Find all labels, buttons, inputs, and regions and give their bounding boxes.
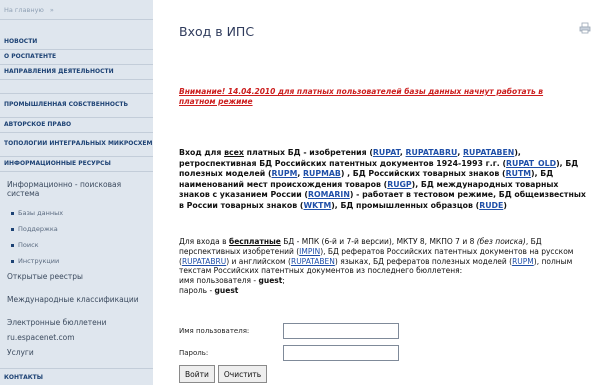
nav-industrial-property[interactable]: ПРОМЫШЛЕННАЯ СОБСТВЕННОСТЬ — [0, 94, 153, 118]
home-link-label[interactable]: На главную — [4, 6, 44, 14]
bullet-icon — [11, 227, 14, 231]
nav-topologies[interactable]: ТОПОЛОГИИ ИНТЕГРАЛЬНЫХ МИКРОСХЕМ — [0, 133, 153, 157]
link-free-rupatabru[interactable]: RUPATABRU — [182, 257, 226, 266]
sidebar-item-instructions[interactable]: Инструкции — [0, 253, 153, 269]
password-input[interactable] — [283, 345, 399, 361]
link-wktm[interactable]: WKTM — [303, 201, 331, 210]
link-rupmab[interactable]: RUPMAB — [303, 169, 341, 178]
sidebar-link-registries[interactable]: Открытые реестры — [0, 269, 153, 284]
link-free-rupm[interactable]: RUPM — [512, 257, 534, 266]
link-rupatabeng[interactable]: RUPATABEN — [463, 148, 514, 157]
home-link[interactable]: На главную » — [0, 0, 153, 20]
sidebar-item-label: Базы данных — [18, 209, 64, 217]
guest-password: guest — [214, 285, 239, 295]
sidebar-item-search[interactable]: Поиск — [0, 237, 153, 253]
link-rude[interactable]: RUDE — [479, 201, 503, 210]
link-free-rupatabeng[interactable]: RUPATABEN — [291, 257, 335, 266]
link-rutm[interactable]: RUTM — [506, 169, 531, 178]
sidebar-link-services[interactable]: Услуги — [0, 345, 153, 360]
link-romarin[interactable]: ROMARIN — [308, 190, 350, 199]
nav-info-resources[interactable]: ИНФОРМАЦИОННЫЕ РЕСУРСЫ — [0, 157, 153, 172]
link-impin[interactable]: IMPIN — [299, 247, 320, 256]
sidebar-link-espacenet[interactable]: ru.espacenet.com — [0, 330, 153, 345]
sidebar-link-classifications[interactable]: Международные классификации — [0, 284, 153, 315]
username-input[interactable] — [283, 323, 399, 339]
sidebar: На главную » НОВОСТИ О РОСПАТЕНТЕ НАПРАВ… — [0, 0, 153, 385]
link-rugp[interactable]: RUGP — [387, 180, 411, 189]
free-db-text: Для входа в бесплатные БД - МПК (6-й и 7… — [179, 237, 574, 295]
login-button[interactable]: Войти — [179, 365, 215, 383]
sidebar-item-support[interactable]: Поддержка — [0, 221, 153, 237]
print-icon[interactable] — [579, 22, 591, 34]
link-rupm[interactable]: RUPM — [272, 169, 298, 178]
page-title: Вход в ИПС — [179, 24, 255, 39]
sidebar-item-label: Инструкции — [18, 257, 60, 265]
login-form: Имя пользователя: Пароль: Войти Очистить — [179, 320, 439, 383]
notice-text[interactable]: Внимание! 14.04.2010 для платных пользов… — [179, 87, 579, 107]
sidebar-item-label: Поиск — [18, 241, 39, 249]
bullet-icon — [11, 243, 14, 247]
link-rupat-old[interactable]: RUPAT_OLD — [506, 159, 556, 168]
username-label: Имя пользователя: — [179, 327, 250, 335]
password-label: Пароль: — [179, 349, 209, 357]
clear-button[interactable]: Очистить — [217, 365, 268, 383]
nav-contacts[interactable]: КОНТАКТЫ — [0, 368, 153, 385]
main-content: Вход в ИПС Внимание! 14.04.2010 для плат… — [163, 0, 597, 385]
link-rupatabru[interactable]: RUPATABRU — [406, 148, 458, 157]
sidebar-item-databases[interactable]: Базы данных — [0, 205, 153, 221]
link-rupat[interactable]: RUPAT — [373, 148, 400, 157]
guest-username: guest — [258, 276, 283, 285]
nav-directions[interactable]: НАПРАВЛЕНИЯ ДЕЯТЕЛЬНОСТИ — [0, 65, 153, 80]
arrow-icon[interactable]: » — [50, 6, 54, 14]
sidebar-section-ips[interactable]: Информационно - поисковая система — [0, 172, 153, 205]
nav-about[interactable]: О РОСПАТЕНТЕ — [0, 50, 153, 65]
bullet-icon — [11, 211, 14, 215]
nav-copyright[interactable]: АВТОРСКОЕ ПРАВО — [0, 118, 153, 133]
sidebar-item-label: Поддержка — [18, 225, 58, 233]
sidebar-link-bulletins[interactable]: Электронные бюллетени — [0, 315, 153, 330]
nav-news[interactable]: НОВОСТИ — [0, 35, 153, 50]
bullet-icon — [11, 259, 14, 263]
paid-db-text: Вход для всех платных БД - изобретения (… — [179, 148, 586, 210]
